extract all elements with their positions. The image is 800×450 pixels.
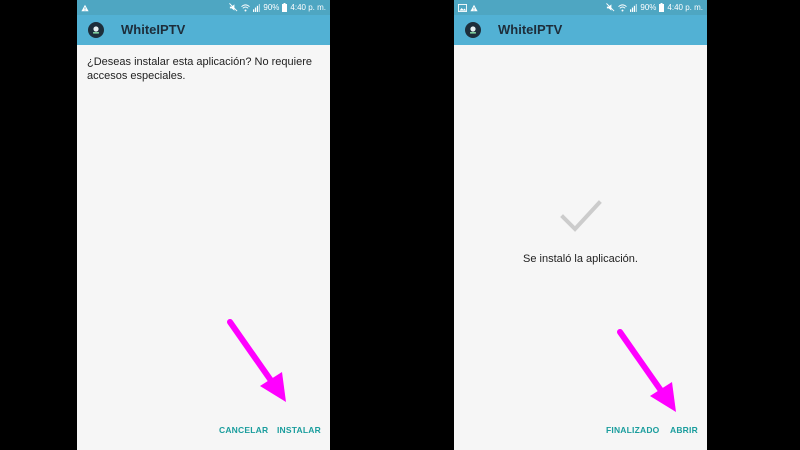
status-bar: 90% 4:40 p. m. xyxy=(77,0,330,15)
wifi-icon xyxy=(241,3,251,12)
status-time: 4:40 p. m. xyxy=(667,3,703,12)
battery-icon xyxy=(659,3,665,12)
image-icon xyxy=(458,3,467,12)
install-prompt-screen: 90% 4:40 p. m. WhiteIPTV ¿Deseas instala… xyxy=(77,0,330,450)
install-button[interactable]: INSTALAR xyxy=(277,421,321,439)
mute-icon xyxy=(606,3,615,12)
status-notifications xyxy=(81,0,89,15)
app-bar: WhiteIPTV xyxy=(77,15,330,45)
open-button[interactable]: ABRIR xyxy=(670,421,698,439)
mute-icon xyxy=(229,3,238,12)
wifi-icon xyxy=(618,3,628,12)
done-button[interactable]: FINALIZADO xyxy=(606,421,659,439)
check-icon xyxy=(560,200,602,232)
app-title: WhiteIPTV xyxy=(498,22,563,37)
app-bar: WhiteIPTV xyxy=(454,15,707,45)
battery-icon xyxy=(282,3,288,12)
signal-icon xyxy=(253,3,261,12)
signal-icon xyxy=(630,3,638,12)
app-logo-icon xyxy=(465,22,481,38)
install-prompt-text: ¿Deseas instalar esta aplicación? No req… xyxy=(87,56,313,82)
status-time: 4:40 p. m. xyxy=(290,3,326,12)
screenshot-stage: 90% 4:40 p. m. WhiteIPTV ¿Deseas instala… xyxy=(0,0,800,450)
app-title: WhiteIPTV xyxy=(121,22,186,37)
warning-icon xyxy=(81,4,89,12)
status-notifications xyxy=(458,0,478,15)
status-bar: 90% 4:40 p. m. xyxy=(454,0,707,15)
status-system-icons: 90% 4:40 p. m. xyxy=(229,0,326,15)
install-success-message: Se instaló la aplicación. xyxy=(523,253,638,265)
install-complete-screen: 90% 4:40 p. m. WhiteIPTV Se instaló la a… xyxy=(454,0,707,450)
status-system-icons: 90% 4:40 p. m. xyxy=(606,0,703,15)
battery-percent: 90% xyxy=(640,3,657,12)
battery-percent: 90% xyxy=(263,3,280,12)
warning-icon xyxy=(470,4,478,12)
cancel-button[interactable]: CANCELAR xyxy=(219,421,268,439)
app-logo-icon xyxy=(88,22,104,38)
